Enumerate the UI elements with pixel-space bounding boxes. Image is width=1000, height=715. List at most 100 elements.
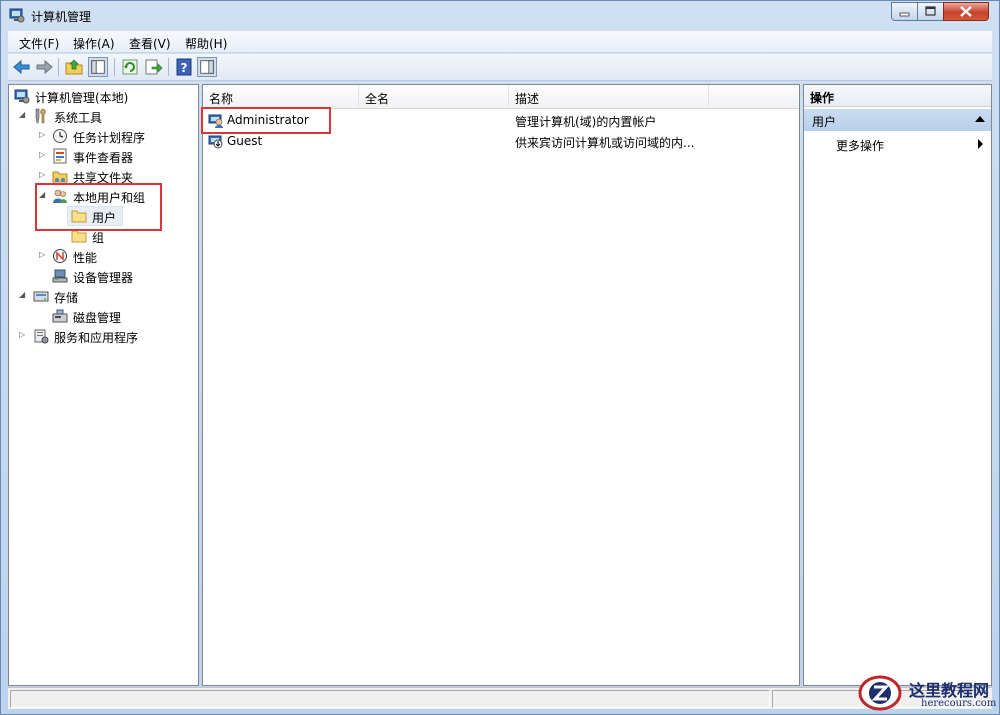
show-hide-action-pane-icon[interactable]: [197, 57, 217, 77]
expand-arrow-icon[interactable]: ▷: [39, 131, 47, 139]
menu-file[interactable]: 文件(F): [19, 35, 59, 52]
tree-item-label: 任务计划程序: [73, 131, 146, 145]
expand-arrow-icon[interactable]: ▷: [39, 171, 47, 179]
column-header-label: 描述: [515, 92, 540, 106]
user-list: 名称 全名 描述 Administrator 管理计算机(域)的内置帐户 Gue…: [202, 84, 800, 686]
actions-title: 操作: [810, 91, 835, 105]
collapse-arrow-icon[interactable]: ◢: [19, 111, 27, 119]
tree-item-label: 计算机管理(本地): [35, 91, 129, 105]
more-actions-label: 更多操作: [836, 139, 885, 153]
console-tree: 计算机管理(本地) ◢ 系统工具 ▷ 任务计划程序 ▷ 事件查看器 ▷ 共享文件…: [8, 84, 199, 686]
table-row[interactable]: Guest 供来宾访问计算机或访问域的内...: [203, 131, 799, 152]
device-manager-icon: [52, 269, 68, 283]
toolbar: ?: [8, 54, 992, 81]
column-header-name[interactable]: 名称: [203, 85, 359, 109]
up-folder-icon[interactable]: [64, 57, 84, 77]
disk-management-icon: [52, 309, 68, 323]
column-header-description[interactable]: 描述: [509, 85, 709, 109]
computer-management-window: 计算机管理 文件(F) 操作(A) 查看(V) 帮助(H) ? 计算机管理(本地…: [0, 0, 1000, 715]
menu-view[interactable]: 查看(V): [129, 35, 171, 52]
action-pane: 操作 用户 更多操作: [803, 84, 992, 686]
tree-item-label: 性能: [73, 251, 98, 265]
table-row[interactable]: Administrator 管理计算机(域)的内置帐户: [203, 110, 799, 131]
forward-icon[interactable]: [34, 57, 54, 77]
menu-bar: 文件(F) 操作(A) 查看(V) 帮助(H): [8, 31, 992, 53]
submenu-arrow-icon: [978, 139, 983, 149]
svg-text:?: ?: [181, 61, 188, 75]
close-icon: [960, 6, 972, 17]
tree-item-storage[interactable]: ◢ 存储: [9, 286, 198, 306]
folder-icon: [71, 210, 87, 223]
tree-item-label: 存储: [54, 291, 79, 305]
menu-help[interactable]: 帮助(H): [185, 35, 227, 52]
folder-icon: [71, 230, 87, 243]
back-icon[interactable]: [12, 57, 32, 77]
clock-icon: [53, 129, 67, 143]
users-group-icon: [53, 189, 67, 203]
expand-arrow-icon[interactable]: ▷: [19, 331, 27, 339]
menu-action[interactable]: 操作(A): [73, 35, 115, 52]
user-disabled-icon: [208, 135, 223, 149]
tree-item-task-scheduler[interactable]: ▷ 任务计划程序: [9, 126, 198, 146]
expand-arrow-icon[interactable]: ▷: [39, 251, 47, 259]
tree-item-device-manager[interactable]: 设备管理器: [9, 266, 198, 286]
title-bar: 计算机管理: [1, 1, 999, 31]
tree-item-performance[interactable]: ▷ 性能: [9, 246, 198, 266]
export-list-icon[interactable]: [143, 57, 163, 77]
watermark-logo: [858, 675, 902, 711]
tree-item-system-tools[interactable]: ◢ 系统工具: [9, 106, 198, 126]
help-icon[interactable]: ?: [174, 57, 194, 77]
tree-item-services-apps[interactable]: ▷ 服务和应用程序: [9, 326, 198, 346]
watermark-url: herecours.com: [921, 698, 997, 709]
status-cell: [10, 690, 770, 708]
tree-item-label: 设备管理器: [73, 271, 134, 285]
computer-management-icon: [9, 8, 25, 23]
maximize-button[interactable]: [917, 2, 944, 21]
tree-item-groups[interactable]: 组: [9, 226, 198, 246]
collapse-up-icon[interactable]: [975, 116, 985, 122]
column-header-label: 名称: [209, 92, 234, 106]
tree-item-label: 系统工具: [54, 111, 103, 125]
tree-item-label: 本地用户和组: [73, 191, 146, 205]
tree-item-local-users-groups[interactable]: ◢ 本地用户和组: [9, 186, 198, 206]
maximize-icon: [925, 6, 936, 16]
column-header-label: 全名: [365, 92, 390, 106]
collapse-arrow-icon[interactable]: ◢: [19, 291, 27, 299]
tree-item-shared-folders[interactable]: ▷ 共享文件夹: [9, 166, 198, 186]
user-icon: [208, 114, 223, 128]
tree-item-root[interactable]: 计算机管理(本地): [9, 86, 198, 106]
user-description: 供来宾访问计算机或访问域的内...: [515, 136, 695, 150]
show-hide-tree-icon[interactable]: [88, 57, 108, 77]
computer-management-icon: [14, 89, 30, 104]
storage-icon: [33, 291, 49, 302]
tree-item-event-viewer[interactable]: ▷ 事件查看器: [9, 146, 198, 166]
column-header-full-name[interactable]: 全名: [359, 85, 509, 109]
close-button[interactable]: [943, 2, 989, 21]
tree-item-label: 服务和应用程序: [54, 331, 139, 345]
tree-item-label: 组: [92, 231, 105, 245]
actions-section-label: 用户: [812, 115, 837, 129]
collapse-arrow-icon[interactable]: ◢: [39, 191, 47, 199]
toolbar-separator: [168, 58, 169, 76]
services-icon: [34, 329, 49, 344]
tree-item-label: 事件查看器: [73, 151, 134, 165]
tree-item-disk-management[interactable]: 磁盘管理: [9, 306, 198, 326]
refresh-icon[interactable]: [120, 57, 140, 77]
user-description: 管理计算机(域)的内置帐户: [515, 115, 657, 129]
status-bar: [8, 687, 992, 709]
minimize-button[interactable]: [891, 2, 918, 21]
user-name: Administrator: [227, 113, 309, 127]
shared-folder-icon: [52, 171, 68, 183]
tree-item-label: 用户: [92, 211, 117, 225]
more-actions-item[interactable]: 更多操作: [804, 133, 991, 155]
tree-item-label: 磁盘管理: [73, 311, 122, 325]
user-name: Guest: [227, 134, 263, 148]
minimize-icon: [899, 12, 910, 17]
actions-section-users[interactable]: 用户: [804, 109, 991, 131]
event-viewer-icon: [53, 148, 67, 164]
toolbar-separator: [58, 58, 59, 76]
window-title: 计算机管理: [31, 10, 92, 24]
tree-item-users[interactable]: 用户: [67, 206, 123, 226]
toolbar-separator: [114, 58, 115, 76]
expand-arrow-icon[interactable]: ▷: [39, 151, 47, 159]
